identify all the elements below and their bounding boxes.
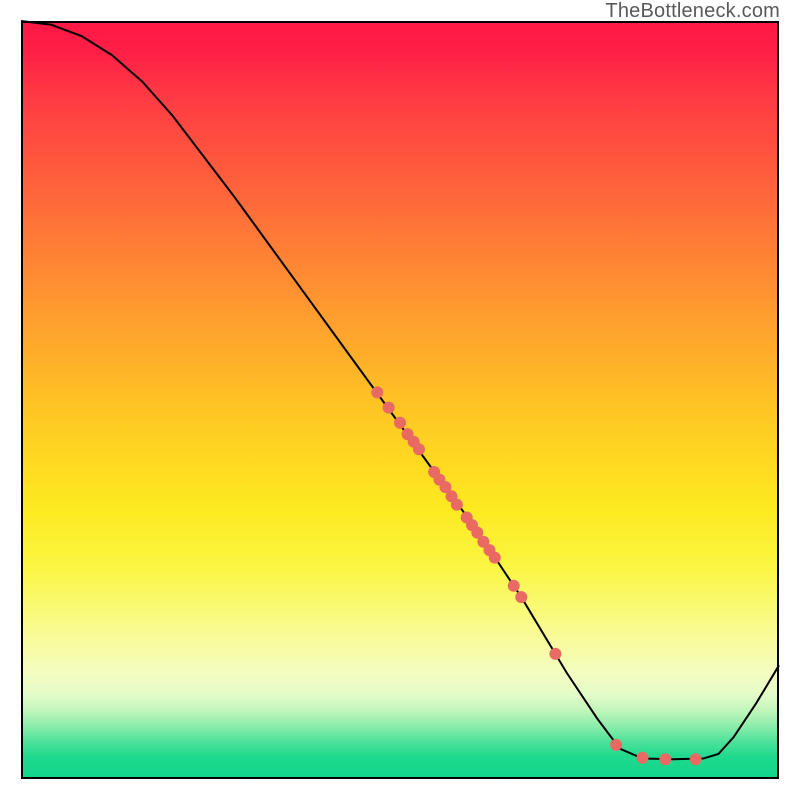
data-dot [690,753,702,765]
data-dot [383,402,395,414]
data-dot [659,753,671,765]
chart-svg [21,21,779,779]
plot-area [21,21,779,779]
data-dot [413,443,425,455]
data-dot [394,417,406,429]
data-dots-group [371,386,701,765]
data-dot [637,752,649,764]
data-dot [451,499,463,511]
chart-stage: TheBottleneck.com [0,0,800,800]
bottleneck-curve [21,21,779,759]
data-dot [508,580,520,592]
watermark-text: TheBottleneck.com [605,0,780,23]
data-dot [515,591,527,603]
data-dot [371,386,383,398]
data-dot [549,648,561,660]
data-dot [489,552,501,564]
data-dot [610,739,622,751]
